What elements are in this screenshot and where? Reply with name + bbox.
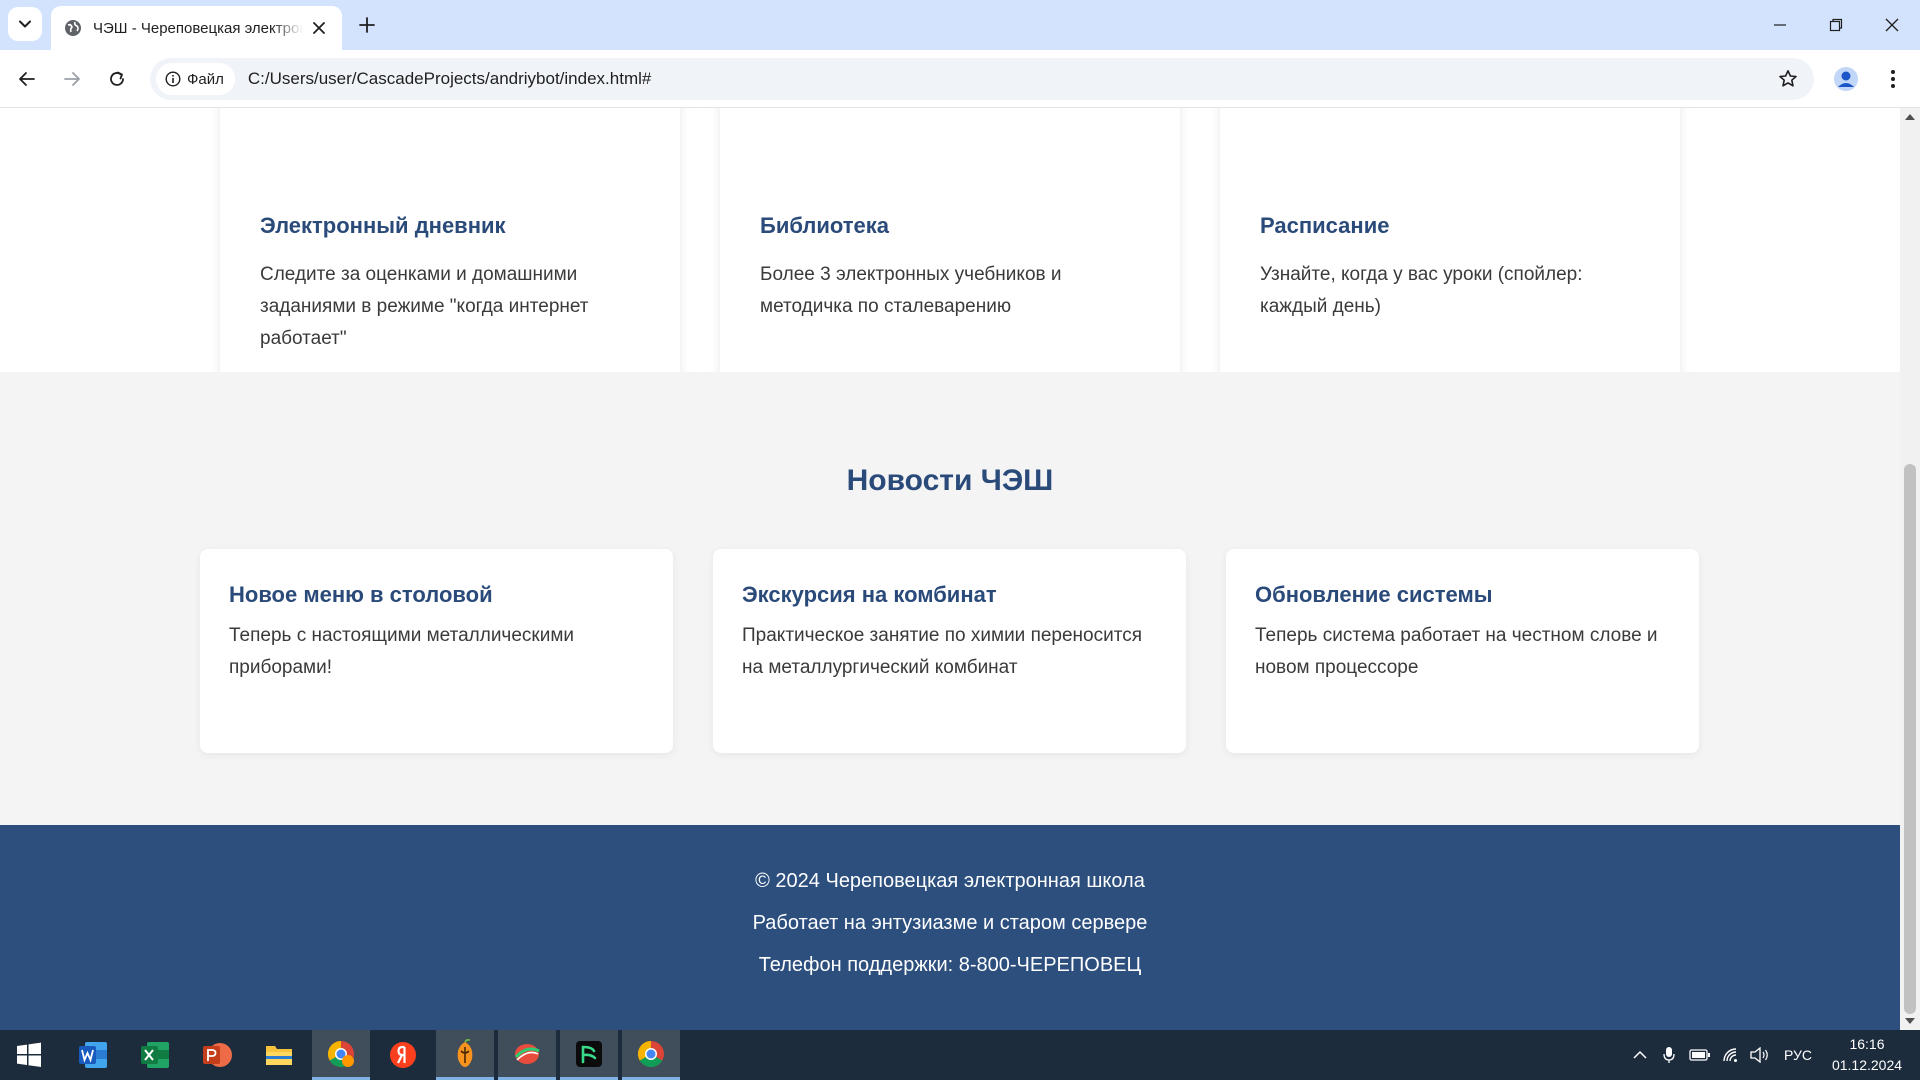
network-tray[interactable] [1718,1030,1744,1080]
restore-icon [1829,18,1843,32]
plus-icon [359,17,375,33]
show-hidden-icons-button[interactable] [1628,1030,1652,1080]
window-controls [1752,0,1920,50]
taskbar-powerpoint[interactable] [188,1030,246,1080]
tab-search-button[interactable] [8,7,42,41]
bookmark-star-icon[interactable] [1776,67,1800,91]
service-card-title: Электронный дневник [260,213,506,238]
info-icon [165,71,181,87]
service-card-text: Более 3 электронных учебников и методичк… [760,264,1062,317]
chrome-icon [637,1040,664,1067]
taskbar-file-explorer[interactable] [250,1030,308,1080]
ruby-app-icon [514,1043,540,1064]
arrow-right-icon [64,72,80,86]
back-button[interactable] [10,62,44,96]
globe-icon [63,18,83,38]
url-text[interactable]: C:/Users/user/CascadeProjects/andriybot/… [248,69,651,89]
forward-button[interactable] [55,62,89,96]
chevron-down-icon [19,20,31,28]
taskbar-chrome-pinned[interactable] [312,1030,370,1080]
arrow-left-icon [19,72,35,86]
taskbar-word[interactable] [64,1030,122,1080]
news-section: Новости ЧЭШ Новое меню в столовой Теперь… [0,372,1900,825]
footer-tagline: Работает на энтузиазме и старом сервере [752,912,1148,934]
restore-button[interactable] [1808,0,1864,50]
battery-tray[interactable] [1686,1030,1714,1080]
wifi-icon [1723,1048,1737,1062]
news-card-text: Теперь с настоящими металлическими прибо… [229,625,574,678]
speaker-icon [1750,1047,1768,1063]
close-window-button[interactable] [1864,0,1920,50]
chrome-profile-icon [327,1040,354,1067]
clock-date: 01.12.2024 [1831,1057,1903,1073]
address-bar[interactable]: Файл C:/Users/user/CascadeProjects/andri… [150,58,1814,100]
scroll-up-arrow-icon[interactable] [1905,114,1915,120]
service-card-title: Библиотека [760,213,890,238]
new-tab-button[interactable] [353,11,381,39]
dark-app-icon [576,1040,602,1067]
news-card-title: Экскурсия на комбинат [742,582,997,607]
service-card-text: Узнайте, когда у вас уроки (спойлер: каж… [1260,264,1583,317]
volume-tray[interactable] [1746,1030,1772,1080]
browser-titlebar: ЧЭШ - Череповецкая электронная школа [0,0,1920,50]
news-card-title: Новое меню в столовой [229,582,493,607]
service-card-title: Расписание [1260,213,1390,238]
site-info-chip[interactable]: Файл [156,63,235,95]
yandex-icon [390,1042,416,1068]
word-icon [79,1042,107,1068]
browser-menu-button[interactable] [1876,62,1910,96]
person-icon [1834,67,1858,91]
profile-avatar-button[interactable] [1829,62,1863,96]
scrollbar-thumb[interactable] [1904,464,1916,1014]
system-clock[interactable]: 16:16 01.12.2024 [1822,1034,1912,1076]
battery-icon [1689,1049,1710,1061]
news-card-text: Практическое занятие по химии переноситс… [742,625,1143,678]
chevron-up-icon [1633,1050,1647,1059]
windows-taskbar: РУС 16:16 01.12.2024 [0,1030,1920,1080]
news-card[interactable]: Новое меню в столовой Теперь с настоящим… [200,549,673,753]
news-card-text: Теперь система работает на честном слове… [1255,625,1658,678]
reload-button[interactable] [100,62,134,96]
scroll-down-arrow-icon[interactable] [1905,1018,1915,1024]
taskbar-chrome[interactable] [622,1030,680,1080]
taskbar-dark-app[interactable] [560,1030,618,1080]
excel-icon [141,1042,169,1068]
browser-toolbar: Файл C:/Users/user/CascadeProjects/andri… [0,50,1920,108]
close-tab-icon[interactable] [308,17,330,39]
powerpoint-icon [203,1043,232,1067]
news-card[interactable]: Экскурсия на комбинат Практическое занят… [713,549,1186,753]
browser-tab[interactable]: ЧЭШ - Череповецкая электронная школа [51,6,342,50]
taskbar-ruby-app[interactable] [498,1030,556,1080]
footer-copyright: © 2024 Череповецкая электронная школа [755,870,1145,892]
minimize-button[interactable] [1752,0,1808,50]
service-card-schedule[interactable]: Расписание Узнайте, когда у вас уроки (с… [1220,108,1680,398]
tab-title: ЧЭШ - Череповецкая электронная школа [93,19,303,37]
minimize-icon [1774,24,1786,26]
page-viewport: Электронный дневник Следите за оценками … [0,108,1900,1030]
taskbar-excel[interactable] [126,1030,184,1080]
start-button[interactable] [0,1030,58,1080]
news-heading: Новости ЧЭШ [846,464,1054,497]
windows-logo-icon [17,1042,41,1067]
taskbar-yandex-browser[interactable] [374,1030,432,1080]
reload-icon [110,71,124,86]
service-card-library[interactable]: Библиотека Более 3 электронных учебников… [720,108,1180,398]
clock-time: 16:16 [1849,1036,1885,1052]
close-icon [1885,18,1899,32]
fl-studio-icon [457,1038,473,1067]
taskbar-fl-studio[interactable] [436,1030,494,1080]
footer-support-phone: Телефон поддержки: 8-800-ЧЕРЕПОВЕЦ [758,954,1142,976]
language-indicator[interactable]: РУС [1778,1030,1818,1080]
news-card-title: Обновление системы [1255,582,1493,607]
service-card-text: Следите за оценками и домашними заданиям… [260,264,589,349]
microphone-icon [1663,1047,1675,1063]
site-chip-label: Файл [187,70,224,88]
site-footer: © 2024 Череповецкая электронная школа Ра… [0,825,1900,1030]
vertical-scrollbar[interactable] [1900,108,1920,1030]
folder-icon [266,1046,292,1065]
news-card[interactable]: Обновление системы Теперь система работа… [1226,549,1699,753]
service-card-diary[interactable]: Электронный дневник Следите за оценками … [220,108,680,398]
more-vertical-icon [1891,70,1895,88]
microphone-tray[interactable] [1658,1030,1680,1080]
